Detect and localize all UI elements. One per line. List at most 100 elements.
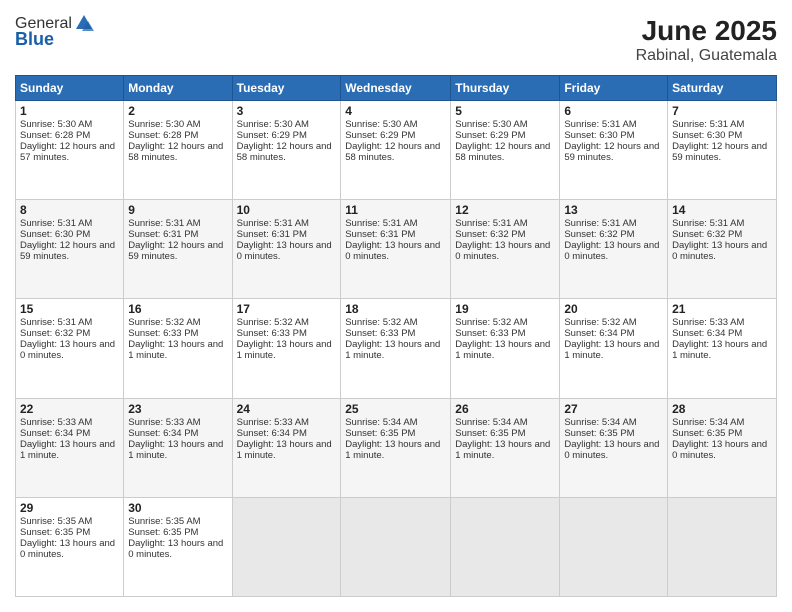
- header-monday: Monday: [124, 76, 232, 101]
- day-number: 1: [20, 104, 119, 118]
- calendar-cell: 25Sunrise: 5:34 AMSunset: 6:35 PMDayligh…: [341, 398, 451, 497]
- calendar-subtitle: Rabinal, Guatemala: [636, 47, 777, 65]
- calendar-cell: 4Sunrise: 5:30 AMSunset: 6:29 PMDaylight…: [341, 101, 451, 200]
- calendar-cell: 6Sunrise: 5:31 AMSunset: 6:30 PMDaylight…: [560, 101, 668, 200]
- day-number: 15: [20, 302, 119, 316]
- cell-info: Sunrise: 5:30 AMSunset: 6:28 PMDaylight:…: [128, 119, 223, 163]
- cell-info: Sunrise: 5:33 AMSunset: 6:34 PMDaylight:…: [672, 317, 767, 361]
- cell-info: Sunrise: 5:31 AMSunset: 6:32 PMDaylight:…: [20, 317, 115, 361]
- day-number: 22: [20, 402, 119, 416]
- calendar-cell: 21Sunrise: 5:33 AMSunset: 6:34 PMDayligh…: [668, 299, 777, 398]
- calendar-cell: [668, 497, 777, 596]
- day-number: 2: [128, 104, 227, 118]
- cell-info: Sunrise: 5:31 AMSunset: 6:30 PMDaylight:…: [20, 218, 115, 262]
- calendar-cell: 17Sunrise: 5:32 AMSunset: 6:33 PMDayligh…: [232, 299, 341, 398]
- calendar-cell: [341, 497, 451, 596]
- cell-info: Sunrise: 5:32 AMSunset: 6:33 PMDaylight:…: [345, 317, 440, 361]
- day-number: 8: [20, 203, 119, 217]
- cell-info: Sunrise: 5:31 AMSunset: 6:32 PMDaylight:…: [672, 218, 767, 262]
- day-number: 18: [345, 302, 446, 316]
- cell-info: Sunrise: 5:32 AMSunset: 6:33 PMDaylight:…: [455, 317, 550, 361]
- header-friday: Friday: [560, 76, 668, 101]
- day-number: 20: [564, 302, 663, 316]
- logo-icon: [74, 13, 94, 33]
- cell-info: Sunrise: 5:32 AMSunset: 6:34 PMDaylight:…: [564, 317, 659, 361]
- cell-info: Sunrise: 5:33 AMSunset: 6:34 PMDaylight:…: [20, 417, 115, 461]
- cell-info: Sunrise: 5:31 AMSunset: 6:31 PMDaylight:…: [237, 218, 332, 262]
- day-number: 4: [345, 104, 446, 118]
- calendar-cell: 20Sunrise: 5:32 AMSunset: 6:34 PMDayligh…: [560, 299, 668, 398]
- calendar-cell: 18Sunrise: 5:32 AMSunset: 6:33 PMDayligh…: [341, 299, 451, 398]
- day-number: 12: [455, 203, 555, 217]
- day-number: 19: [455, 302, 555, 316]
- day-number: 27: [564, 402, 663, 416]
- day-number: 25: [345, 402, 446, 416]
- day-number: 11: [345, 203, 446, 217]
- cell-info: Sunrise: 5:35 AMSunset: 6:35 PMDaylight:…: [20, 516, 115, 560]
- calendar-cell: 3Sunrise: 5:30 AMSunset: 6:29 PMDaylight…: [232, 101, 341, 200]
- cell-info: Sunrise: 5:34 AMSunset: 6:35 PMDaylight:…: [564, 417, 659, 461]
- calendar-cell: [451, 497, 560, 596]
- calendar-cell: 29Sunrise: 5:35 AMSunset: 6:35 PMDayligh…: [16, 497, 124, 596]
- calendar-cell: 10Sunrise: 5:31 AMSunset: 6:31 PMDayligh…: [232, 200, 341, 299]
- cell-info: Sunrise: 5:31 AMSunset: 6:30 PMDaylight:…: [564, 119, 659, 163]
- calendar-cell: 23Sunrise: 5:33 AMSunset: 6:34 PMDayligh…: [124, 398, 232, 497]
- header-thursday: Thursday: [451, 76, 560, 101]
- calendar-cell: 26Sunrise: 5:34 AMSunset: 6:35 PMDayligh…: [451, 398, 560, 497]
- day-number: 7: [672, 104, 772, 118]
- cell-info: Sunrise: 5:31 AMSunset: 6:31 PMDaylight:…: [128, 218, 223, 262]
- day-number: 10: [237, 203, 337, 217]
- week-row-3: 15Sunrise: 5:31 AMSunset: 6:32 PMDayligh…: [16, 299, 777, 398]
- calendar-cell: 8Sunrise: 5:31 AMSunset: 6:30 PMDaylight…: [16, 200, 124, 299]
- header-tuesday: Tuesday: [232, 76, 341, 101]
- cell-info: Sunrise: 5:30 AMSunset: 6:29 PMDaylight:…: [237, 119, 332, 163]
- cell-info: Sunrise: 5:31 AMSunset: 6:32 PMDaylight:…: [564, 218, 659, 262]
- header-sunday: Sunday: [16, 76, 124, 101]
- cell-info: Sunrise: 5:31 AMSunset: 6:30 PMDaylight:…: [672, 119, 767, 163]
- calendar-cell: 9Sunrise: 5:31 AMSunset: 6:31 PMDaylight…: [124, 200, 232, 299]
- calendar-cell: 13Sunrise: 5:31 AMSunset: 6:32 PMDayligh…: [560, 200, 668, 299]
- week-row-1: 1Sunrise: 5:30 AMSunset: 6:28 PMDaylight…: [16, 101, 777, 200]
- cell-info: Sunrise: 5:32 AMSunset: 6:33 PMDaylight:…: [237, 317, 332, 361]
- day-number: 14: [672, 203, 772, 217]
- day-number: 21: [672, 302, 772, 316]
- day-number: 24: [237, 402, 337, 416]
- cell-info: Sunrise: 5:33 AMSunset: 6:34 PMDaylight:…: [128, 417, 223, 461]
- week-row-5: 29Sunrise: 5:35 AMSunset: 6:35 PMDayligh…: [16, 497, 777, 596]
- calendar-table: Sunday Monday Tuesday Wednesday Thursday…: [15, 75, 777, 597]
- day-number: 17: [237, 302, 337, 316]
- day-number: 26: [455, 402, 555, 416]
- cell-info: Sunrise: 5:31 AMSunset: 6:31 PMDaylight:…: [345, 218, 440, 262]
- day-number: 23: [128, 402, 227, 416]
- calendar-title: June 2025: [636, 15, 777, 47]
- cell-info: Sunrise: 5:32 AMSunset: 6:33 PMDaylight:…: [128, 317, 223, 361]
- day-number: 6: [564, 104, 663, 118]
- calendar-header-row: Sunday Monday Tuesday Wednesday Thursday…: [16, 76, 777, 101]
- week-row-2: 8Sunrise: 5:31 AMSunset: 6:30 PMDaylight…: [16, 200, 777, 299]
- calendar-cell: 16Sunrise: 5:32 AMSunset: 6:33 PMDayligh…: [124, 299, 232, 398]
- header: General Blue June 2025 Rabinal, Guatemal…: [15, 15, 777, 65]
- day-number: 16: [128, 302, 227, 316]
- cell-info: Sunrise: 5:35 AMSunset: 6:35 PMDaylight:…: [128, 516, 223, 560]
- cell-info: Sunrise: 5:34 AMSunset: 6:35 PMDaylight:…: [455, 417, 550, 461]
- cell-info: Sunrise: 5:31 AMSunset: 6:32 PMDaylight:…: [455, 218, 550, 262]
- calendar-cell: 22Sunrise: 5:33 AMSunset: 6:34 PMDayligh…: [16, 398, 124, 497]
- cell-info: Sunrise: 5:30 AMSunset: 6:28 PMDaylight:…: [20, 119, 115, 163]
- calendar-cell: 1Sunrise: 5:30 AMSunset: 6:28 PMDaylight…: [16, 101, 124, 200]
- day-number: 9: [128, 203, 227, 217]
- cell-info: Sunrise: 5:34 AMSunset: 6:35 PMDaylight:…: [345, 417, 440, 461]
- day-number: 5: [455, 104, 555, 118]
- calendar-cell: 5Sunrise: 5:30 AMSunset: 6:29 PMDaylight…: [451, 101, 560, 200]
- cell-info: Sunrise: 5:30 AMSunset: 6:29 PMDaylight:…: [345, 119, 440, 163]
- calendar-cell: 12Sunrise: 5:31 AMSunset: 6:32 PMDayligh…: [451, 200, 560, 299]
- calendar-cell: 14Sunrise: 5:31 AMSunset: 6:32 PMDayligh…: [668, 200, 777, 299]
- cell-info: Sunrise: 5:34 AMSunset: 6:35 PMDaylight:…: [672, 417, 767, 461]
- logo: General Blue: [15, 15, 94, 50]
- calendar-cell: [232, 497, 341, 596]
- day-number: 28: [672, 402, 772, 416]
- header-saturday: Saturday: [668, 76, 777, 101]
- calendar-cell: 19Sunrise: 5:32 AMSunset: 6:33 PMDayligh…: [451, 299, 560, 398]
- title-block: June 2025 Rabinal, Guatemala: [636, 15, 777, 65]
- page: General Blue June 2025 Rabinal, Guatemal…: [0, 0, 792, 612]
- calendar-cell: 30Sunrise: 5:35 AMSunset: 6:35 PMDayligh…: [124, 497, 232, 596]
